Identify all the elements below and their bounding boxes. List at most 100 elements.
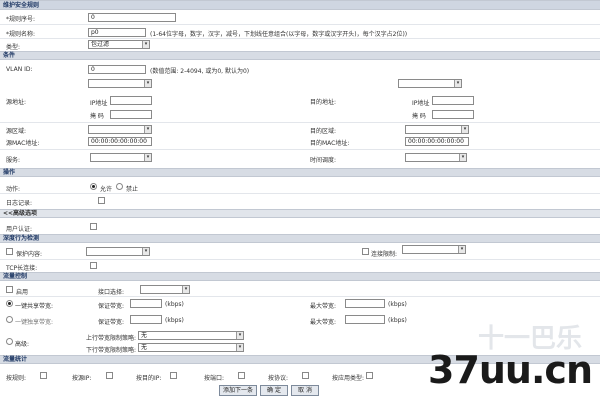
cancel-button[interactable]: 取 消	[291, 385, 319, 396]
conn-limit-select[interactable]: ▾	[402, 245, 466, 254]
tcp-checkbox[interactable]	[90, 262, 97, 269]
deny-radio[interactable]	[116, 183, 123, 190]
exclusive-guarantee-unit: (kbps)	[165, 317, 184, 324]
rule-type-select[interactable]: 包过滤 ▾	[88, 40, 150, 49]
rule-id-input[interactable]: 0	[88, 13, 176, 22]
stat-checkbox[interactable]	[302, 372, 309, 379]
vlan-input[interactable]: 0	[88, 65, 146, 74]
src-addr-label: 源地址:	[6, 99, 27, 106]
stat-label: 按源IP:	[72, 375, 92, 382]
exclusive-max-label: 最大带宽:	[310, 319, 337, 326]
deny-label: 禁止	[126, 186, 139, 193]
schedule-select[interactable]: ▾	[405, 153, 467, 162]
advanced-bw-radio[interactable]	[6, 338, 13, 345]
src-mac-input[interactable]: 00:00:00:00:00:00	[88, 137, 152, 146]
stat-label: 按端口:	[204, 375, 225, 382]
up-limit-label: 上行带宽限制策略:	[86, 335, 137, 342]
dst-zone-select[interactable]: ▾	[405, 125, 469, 134]
stat-checkbox[interactable]	[366, 372, 373, 379]
add-next-button[interactable]: 添加下一条	[219, 385, 257, 396]
chevron-down-icon: ▾	[144, 126, 151, 133]
section-deep-inspection: 深度行为检测	[0, 234, 600, 243]
stat-label: 按规则:	[6, 375, 27, 382]
src-zone-select[interactable]: ▾	[88, 125, 152, 134]
src-ip-label: IP地址	[90, 100, 108, 107]
shared-max-input[interactable]	[345, 299, 385, 308]
chevron-down-icon: ▾	[144, 154, 151, 161]
log-checkbox[interactable]	[98, 197, 105, 204]
traffic-enable-checkbox[interactable]	[6, 286, 13, 293]
advanced-toggle[interactable]: <<高级选项	[0, 209, 600, 218]
exclusive-bw-label: 一键独享带宽:	[15, 319, 54, 326]
dst-addr-label: 目的地址:	[310, 99, 337, 106]
tcp-label: TCP长连接:	[6, 265, 38, 272]
rule-name-label: *规则名称:	[6, 31, 36, 38]
conn-limit-checkbox[interactable]	[362, 248, 369, 255]
dst-mask-input[interactable]	[432, 110, 474, 119]
src-mask-label: 掩 码	[90, 113, 104, 120]
service-select[interactable]: ▾	[90, 153, 152, 162]
stat-checkbox[interactable]	[238, 372, 245, 379]
shared-guarantee-label: 保证带宽:	[98, 303, 125, 310]
shared-bw-radio[interactable]	[6, 300, 13, 307]
chevron-down-icon: ▾	[144, 80, 151, 87]
rule-name-input[interactable]: p0	[88, 28, 146, 37]
ok-button[interactable]: 确 定	[260, 385, 288, 396]
down-limit-label: 下行带宽限制策略:	[86, 347, 137, 354]
allow-radio[interactable]	[90, 183, 97, 190]
exclusive-max-input[interactable]	[345, 315, 385, 324]
service-label: 服务:	[6, 157, 21, 164]
chevron-down-icon: ▾	[458, 246, 465, 253]
down-limit-select[interactable]: 无 ▾	[138, 343, 244, 352]
schedule-label: 时间调度:	[310, 157, 337, 164]
section-traffic-control: 流量控制	[0, 272, 600, 281]
chevron-down-icon: ▾	[236, 332, 243, 339]
rule-id-label: *规则序号:	[6, 16, 36, 23]
watermark-logo: 37uu.cn	[428, 348, 593, 392]
src-ip-input[interactable]	[110, 96, 152, 105]
chevron-down-icon: ▾	[461, 126, 468, 133]
stat-checkbox[interactable]	[170, 372, 177, 379]
section-conditions: 条件	[0, 51, 600, 60]
exclusive-bw-radio[interactable]	[6, 316, 13, 323]
auth-checkbox[interactable]	[90, 223, 97, 230]
action-label: 动作:	[6, 186, 21, 193]
dst-ip-input[interactable]	[432, 96, 474, 105]
stat-checkbox[interactable]	[106, 372, 113, 379]
page-title: 维护安全规则	[0, 0, 600, 10]
protect-checkbox[interactable]	[6, 248, 13, 255]
chevron-down-icon: ▾	[142, 41, 149, 48]
auth-label: 用户认证:	[6, 226, 33, 233]
src-addr-select[interactable]: ▾	[88, 79, 152, 88]
allow-label: 允许	[100, 186, 113, 193]
dst-mac-input[interactable]: 00:00:00:00:00:00	[405, 137, 469, 146]
src-mac-label: 源MAC地址:	[6, 140, 40, 147]
rule-type-label: 类型:	[6, 44, 21, 51]
vlan-label: VLAN ID:	[6, 66, 33, 73]
shared-guarantee-unit: (kbps)	[165, 301, 184, 308]
src-mask-input[interactable]	[110, 110, 152, 119]
shared-max-unit: (kbps)	[388, 301, 407, 308]
dst-mac-label: 目的MAC地址:	[310, 140, 350, 147]
exclusive-max-unit: (kbps)	[388, 317, 407, 324]
section-operation: 操作	[0, 168, 600, 177]
shared-guarantee-input[interactable]	[130, 299, 162, 308]
chevron-down-icon: ▾	[459, 154, 466, 161]
conn-limit-label: 连接限制:	[371, 251, 398, 258]
dst-ip-label: IP地址	[412, 100, 430, 107]
dst-addr-select[interactable]: ▾	[398, 79, 462, 88]
dst-mask-label: 掩 码	[412, 113, 426, 120]
iface-label: 接口选择:	[98, 289, 125, 296]
stat-checkbox[interactable]	[40, 372, 47, 379]
log-label: 日志记录:	[6, 200, 33, 207]
up-limit-select[interactable]: 无 ▾	[138, 331, 244, 340]
iface-select[interactable]: ▾	[140, 285, 190, 294]
chevron-down-icon: ▾	[454, 80, 461, 87]
exclusive-guarantee-label: 保证带宽:	[98, 319, 125, 326]
exclusive-guarantee-input[interactable]	[130, 315, 162, 324]
chevron-down-icon: ▾	[182, 286, 189, 293]
src-zone-label: 源区域:	[6, 128, 27, 135]
protect-label: 保护内容:	[16, 251, 43, 258]
shared-bw-label: 一键共享带宽:	[15, 303, 54, 310]
protect-select[interactable]: ▾	[86, 247, 150, 256]
